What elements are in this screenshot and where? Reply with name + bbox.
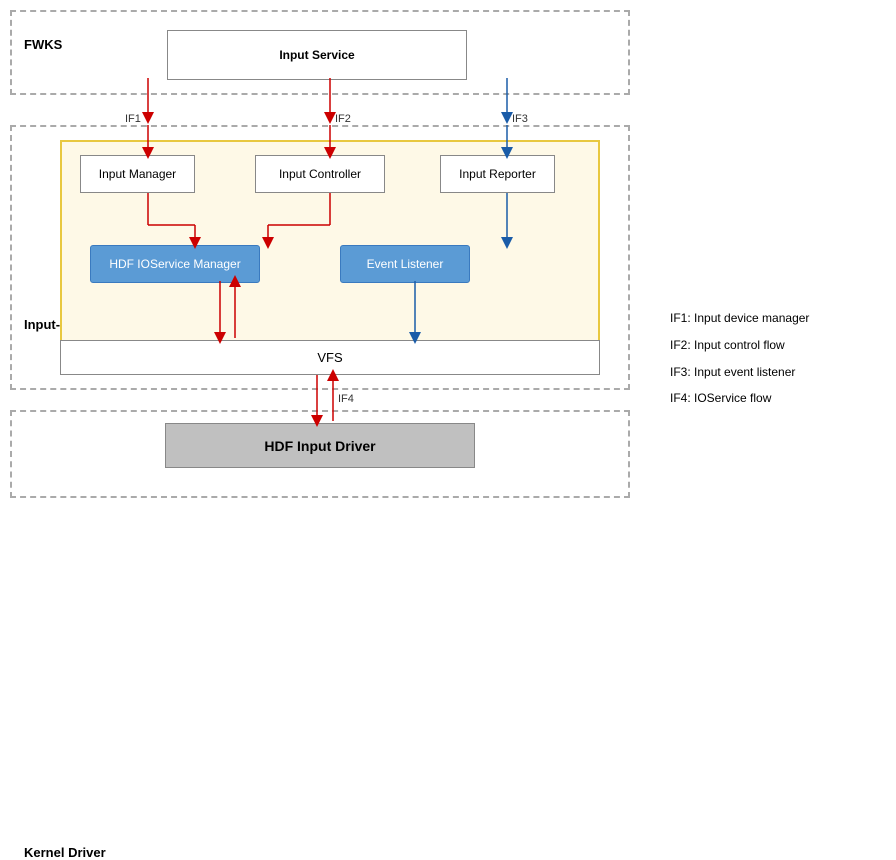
event-listener-label: Event Listener: [367, 257, 444, 271]
hdf-ioservice-label: HDF IOService Manager: [109, 257, 240, 271]
input-controller-box: Input Controller: [255, 155, 385, 193]
input-manager-label: Input Manager: [99, 167, 176, 181]
legend-item-if4: IF4: IOService flow: [670, 390, 885, 407]
legend: IF1: Input device manager IF2: Input con…: [670, 310, 885, 417]
event-listener-box: Event Listener: [340, 245, 470, 283]
svg-text:IF3: IF3: [512, 113, 528, 125]
legend-if4-text: IF4: IOService flow: [670, 391, 771, 405]
hdf-ioservice-box: HDF IOService Manager: [90, 245, 260, 283]
svg-text:IF2: IF2: [335, 113, 351, 125]
svg-text:IF1: IF1: [125, 113, 141, 125]
input-service-box: Input Service: [167, 30, 467, 80]
vfs-box: VFS: [60, 340, 600, 375]
input-reporter-box: Input Reporter: [440, 155, 555, 193]
hdf-driver-box: HDF Input Driver: [165, 423, 475, 468]
input-manager-box: Input Manager: [80, 155, 195, 193]
legend-item-if3: IF3: Input event listener: [670, 364, 885, 381]
diagram-area: FWKS Input Service Input-HDI Input Manag…: [10, 10, 660, 500]
vfs-label: VFS: [317, 350, 342, 365]
legend-if2-text: IF2: Input control flow: [670, 338, 785, 352]
legend-item-if2: IF2: Input control flow: [670, 337, 885, 354]
legend-if3-text: IF3: Input event listener: [670, 365, 795, 379]
legend-item-if1: IF1: Input device manager: [670, 310, 885, 327]
kernel-label: Kernel Driver: [24, 845, 106, 860]
input-service-label: Input Service: [279, 48, 354, 62]
svg-text:IF4: IF4: [338, 393, 354, 405]
hdf-driver-label: HDF Input Driver: [264, 438, 375, 454]
input-controller-label: Input Controller: [279, 167, 361, 181]
fwks-label: FWKS: [24, 37, 62, 52]
input-reporter-label: Input Reporter: [459, 167, 536, 181]
legend-if1-text: IF1: Input device manager: [670, 311, 809, 325]
fwks-layer: FWKS Input Service: [10, 10, 630, 95]
